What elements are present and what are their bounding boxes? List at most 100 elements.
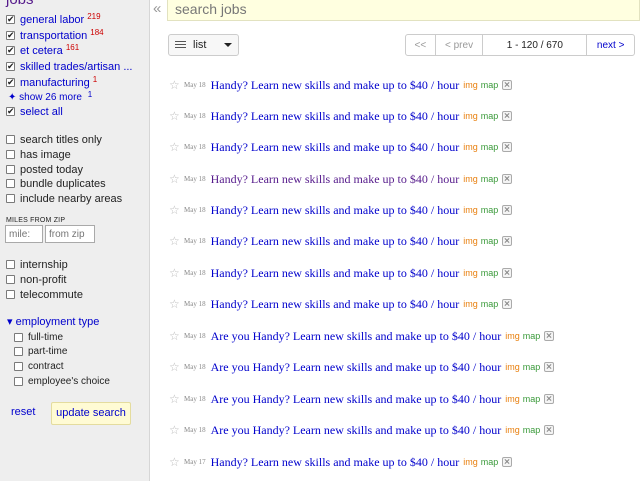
select-all[interactable]: select all: [6, 104, 63, 119]
employment-employees-choice[interactable]: employee's choice: [14, 374, 110, 389]
star-icon[interactable]: ☆: [169, 329, 183, 343]
star-icon[interactable]: ☆: [169, 234, 183, 248]
star-icon[interactable]: ☆: [169, 266, 183, 280]
star-icon[interactable]: ☆: [169, 455, 183, 469]
employment-full-time[interactable]: full-time: [14, 330, 63, 345]
next-page-button[interactable]: next >: [587, 35, 634, 55]
result-title-link[interactable]: Handy? Learn new skills and make up to $…: [211, 109, 460, 124]
result-title-link[interactable]: Handy? Learn new skills and make up to $…: [211, 234, 460, 249]
result-title-link[interactable]: Handy? Learn new skills and make up to $…: [211, 203, 460, 218]
show-more-link[interactable]: ✦ show 26 more 1: [8, 90, 92, 103]
star-icon[interactable]: ☆: [169, 360, 183, 374]
checkbox-checked-icon[interactable]: [6, 31, 15, 40]
checkbox-checked-icon[interactable]: [6, 107, 15, 116]
category-label[interactable]: et cetera: [20, 45, 63, 57]
map-link[interactable]: map: [481, 80, 499, 90]
map-link[interactable]: map: [481, 236, 499, 246]
map-link[interactable]: map: [481, 268, 499, 278]
checkbox-icon[interactable]: [6, 260, 15, 269]
collapse-sidebar-icon[interactable]: «: [153, 0, 167, 20]
checkbox-icon[interactable]: [6, 165, 15, 174]
result-title-link[interactable]: Handy? Learn new skills and make up to $…: [211, 297, 460, 312]
star-icon[interactable]: ☆: [169, 297, 183, 311]
select-all-label[interactable]: select all: [20, 106, 63, 118]
star-icon[interactable]: ☆: [169, 203, 183, 217]
hide-posting-icon[interactable]: [544, 394, 555, 404]
hide-posting-icon[interactable]: [502, 268, 513, 278]
star-icon[interactable]: ☆: [169, 392, 183, 406]
hide-posting-icon[interactable]: [544, 362, 555, 372]
option-search-titles-only[interactable]: search titles only: [6, 132, 102, 147]
view-mode-select[interactable]: list: [168, 34, 239, 56]
category-et-cetera[interactable]: et cetera 161: [6, 43, 79, 58]
star-icon[interactable]: ☆: [169, 140, 183, 154]
map-link[interactable]: map: [481, 174, 499, 184]
star-icon[interactable]: ☆: [169, 423, 183, 437]
flag-non-profit[interactable]: non-profit: [6, 272, 66, 287]
result-title-link[interactable]: Are you Handy? Learn new skills and make…: [211, 329, 502, 344]
category-title[interactable]: jobs: [6, 0, 34, 8]
checkbox-icon[interactable]: [14, 377, 23, 386]
result-title-link[interactable]: Handy? Learn new skills and make up to $…: [211, 172, 460, 187]
category-general-labor[interactable]: general labor 219: [6, 12, 101, 27]
category-label[interactable]: transportation: [20, 30, 87, 42]
first-page-button[interactable]: <<: [406, 35, 436, 55]
checkbox-icon[interactable]: [6, 194, 15, 203]
checkbox-icon[interactable]: [6, 150, 15, 159]
result-title-link[interactable]: Handy? Learn new skills and make up to $…: [211, 140, 460, 155]
hide-posting-icon[interactable]: [502, 142, 513, 152]
checkbox-icon[interactable]: [6, 290, 15, 299]
result-title-link[interactable]: Are you Handy? Learn new skills and make…: [211, 392, 502, 407]
result-title-link[interactable]: Handy? Learn new skills and make up to $…: [211, 266, 460, 281]
map-link[interactable]: map: [523, 394, 541, 404]
checkbox-checked-icon[interactable]: [6, 62, 15, 71]
checkbox-icon[interactable]: [6, 135, 15, 144]
hide-posting-icon[interactable]: [502, 111, 513, 121]
flag-telecommute[interactable]: telecommute: [6, 287, 83, 302]
flag-internship[interactable]: internship: [6, 257, 68, 272]
hide-posting-icon[interactable]: [544, 331, 555, 341]
option-has-image[interactable]: has image: [6, 147, 71, 162]
employment-contract[interactable]: contract: [14, 359, 64, 374]
result-title-link[interactable]: Handy? Learn new skills and make up to $…: [211, 78, 460, 93]
checkbox-checked-icon[interactable]: [6, 15, 15, 24]
hide-posting-icon[interactable]: [502, 299, 513, 309]
map-link[interactable]: map: [523, 425, 541, 435]
map-link[interactable]: map: [481, 457, 499, 467]
category-label[interactable]: manufacturing: [20, 77, 90, 89]
result-title-link[interactable]: Are you Handy? Learn new skills and make…: [211, 360, 502, 375]
prev-page-button[interactable]: < prev: [436, 35, 484, 55]
checkbox-icon[interactable]: [14, 347, 23, 356]
map-link[interactable]: map: [481, 142, 499, 152]
map-link[interactable]: map: [523, 331, 541, 341]
map-link[interactable]: map: [523, 362, 541, 372]
star-icon[interactable]: ☆: [169, 172, 183, 186]
reset-link[interactable]: reset: [11, 406, 35, 418]
category-label[interactable]: skilled trades/artisan ...: [20, 61, 133, 73]
checkbox-icon[interactable]: [6, 275, 15, 284]
option-bundle-duplicates[interactable]: bundle duplicates: [6, 176, 106, 191]
star-icon[interactable]: ☆: [169, 109, 183, 123]
checkbox-checked-icon[interactable]: [6, 78, 15, 87]
hide-posting-icon[interactable]: [502, 80, 513, 90]
category-skilled-trades[interactable]: skilled trades/artisan ...: [6, 59, 133, 74]
hide-posting-icon[interactable]: [502, 457, 513, 467]
option-posted-today[interactable]: posted today: [6, 162, 83, 177]
show-more-label[interactable]: ✦ show 26 more: [8, 92, 82, 103]
map-link[interactable]: map: [481, 299, 499, 309]
checkbox-icon[interactable]: [14, 362, 23, 371]
result-title-link[interactable]: Handy? Learn new skills and make up to $…: [211, 455, 460, 470]
star-icon[interactable]: ☆: [169, 78, 183, 92]
update-search-button[interactable]: update search: [51, 402, 131, 425]
map-link[interactable]: map: [481, 205, 499, 215]
category-manufacturing[interactable]: manufacturing 1: [6, 75, 97, 90]
zip-input[interactable]: [45, 225, 95, 243]
search-input[interactable]: search jobs: [167, 0, 640, 21]
hide-posting-icon[interactable]: [502, 236, 513, 246]
hide-posting-icon[interactable]: [502, 205, 513, 215]
result-title-link[interactable]: Are you Handy? Learn new skills and make…: [211, 423, 502, 438]
checkbox-checked-icon[interactable]: [6, 46, 15, 55]
checkbox-icon[interactable]: [6, 179, 15, 188]
employment-part-time[interactable]: part-time: [14, 344, 67, 359]
employment-type-toggle[interactable]: ▾ employment type: [7, 315, 99, 328]
